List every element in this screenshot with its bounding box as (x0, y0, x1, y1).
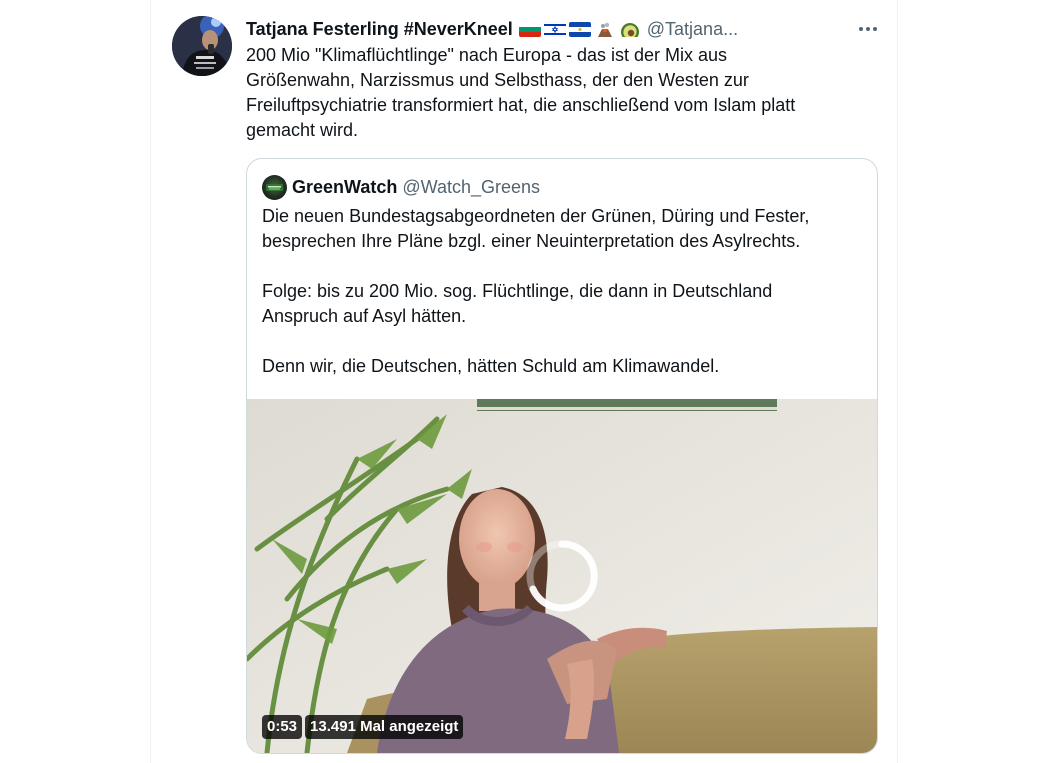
el-salvador-flag-icon (568, 21, 591, 37)
timeline-column: Tatjana Festerling #NeverKneel @Tatjana.… (150, 0, 898, 763)
loading-spinner-icon (526, 540, 598, 612)
quoted-tweet[interactable]: GreenWatch @Watch_Greens Die neuen Bunde… (246, 158, 878, 754)
video-badges: 0:53 13.491 Mal angezeigt (262, 715, 464, 739)
volcano-icon (594, 22, 616, 37)
quoted-tweet-text: Die neuen Bundestagsabgeordneten der Grü… (262, 206, 810, 376)
tweet[interactable]: Tatjana Festerling #NeverKneel @Tatjana.… (151, 0, 897, 763)
quoted-author-name: GreenWatch (292, 176, 398, 197)
author-avatar[interactable] (172, 16, 232, 76)
avocado-icon (619, 22, 641, 37)
quoted-author-handle: @Watch_Greens (402, 176, 541, 197)
tweet-text: 200 Mio "Klimaflüchtlinge" nach Europa -… (246, 45, 796, 140)
video-duration: 0:53 (262, 715, 303, 739)
israel-flag-icon (543, 21, 566, 37)
author-name-emojis (518, 21, 641, 37)
author-handle[interactable]: @Tatjana... (647, 19, 738, 40)
tweet-header: Tatjana Festerling #NeverKneel @Tatjana.… (246, 16, 806, 42)
bulgaria-flag-icon (518, 21, 541, 37)
quoted-author-avatar (262, 174, 287, 200)
author-name[interactable]: Tatjana Festerling #NeverKneel (246, 19, 513, 40)
more-options-icon[interactable] (851, 16, 885, 42)
quoted-tweet-header: GreenWatch @Watch_Greens (262, 174, 540, 200)
video-view-count: 13.491 Mal angezeigt (305, 715, 464, 739)
video-player[interactable]: 0:53 13.491 Mal angezeigt (247, 399, 877, 753)
